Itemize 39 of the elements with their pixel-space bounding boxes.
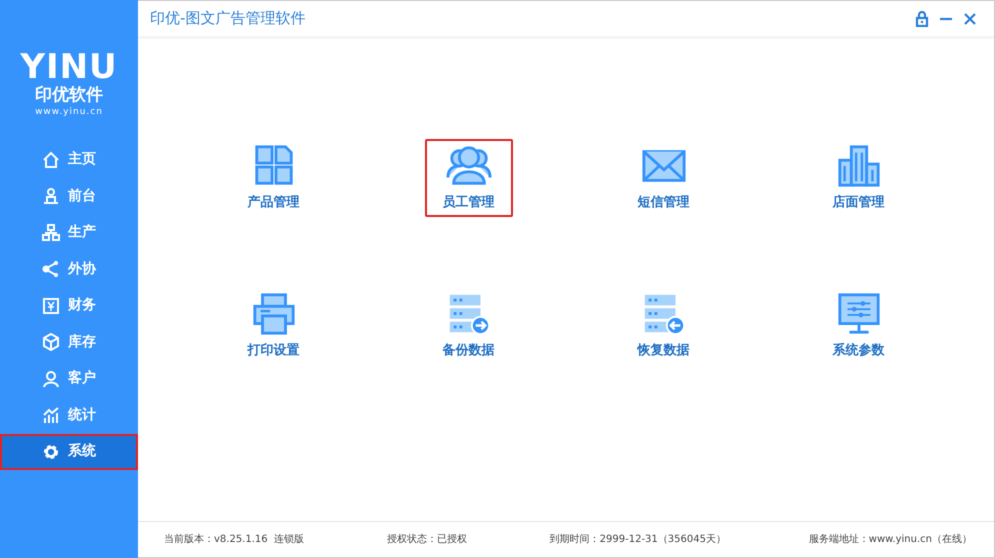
tile-button[interactable]: 产品管理: [230, 139, 318, 217]
tile-button[interactable]: 备份数据: [424, 287, 512, 365]
logo-name: 印优软件: [35, 84, 103, 106]
building-icon: [836, 143, 882, 190]
tile-button[interactable]: 店面管理: [814, 139, 902, 217]
sidebar-item[interactable]: 系统: [0, 434, 138, 470]
sidebar-item[interactable]: 客户: [0, 360, 138, 397]
settings-icon: [42, 442, 60, 461]
box-icon: [42, 333, 60, 352]
status-text: 当前版本：v8.25.1.16 连锁版: [164, 532, 304, 547]
printer-icon: [250, 291, 296, 338]
tile-button[interactable]: 系统参数: [814, 287, 902, 365]
tile-button[interactable]: 员工管理: [424, 139, 512, 217]
close-icon: [962, 10, 978, 26]
logo-wordmark: YINU: [20, 52, 118, 82]
sidebar-item[interactable]: 前台: [0, 178, 138, 214]
share-icon: [42, 260, 60, 278]
tile-button[interactable]: 短信管理: [620, 139, 708, 217]
chart-icon: [42, 406, 60, 424]
status-text: 到期时间：2999-12-31（356045天）: [550, 532, 726, 547]
sidebar-item[interactable]: 外协: [0, 251, 138, 288]
tile-button[interactable]: 打印设置: [230, 287, 318, 365]
sidebar-item[interactable]: 主页: [0, 142, 138, 178]
lock-icon: [914, 10, 930, 26]
logo-url: www.yinu.cn: [35, 106, 103, 119]
sidebar-item[interactable]: 统计: [0, 397, 138, 434]
user-icon: [42, 370, 60, 388]
home-icon: [42, 150, 60, 169]
minimize-icon: [939, 16, 953, 20]
tile-button[interactable]: 恢复数据: [620, 287, 708, 365]
window-title: 印优-图文广告管理软件: [150, 8, 306, 30]
status-text: 授权状态：已授权: [386, 532, 467, 547]
sidebar-item[interactable]: 库存: [0, 324, 138, 360]
yen-icon: [42, 296, 60, 315]
desk-icon: [42, 187, 60, 206]
hierarchy-icon: [42, 224, 60, 242]
status-text: 服务端地址：www.yinu.cn（在线）: [808, 532, 972, 547]
sidebar-item[interactable]: 财务: [0, 288, 138, 324]
sidebar-item[interactable]: 生产: [0, 214, 138, 251]
